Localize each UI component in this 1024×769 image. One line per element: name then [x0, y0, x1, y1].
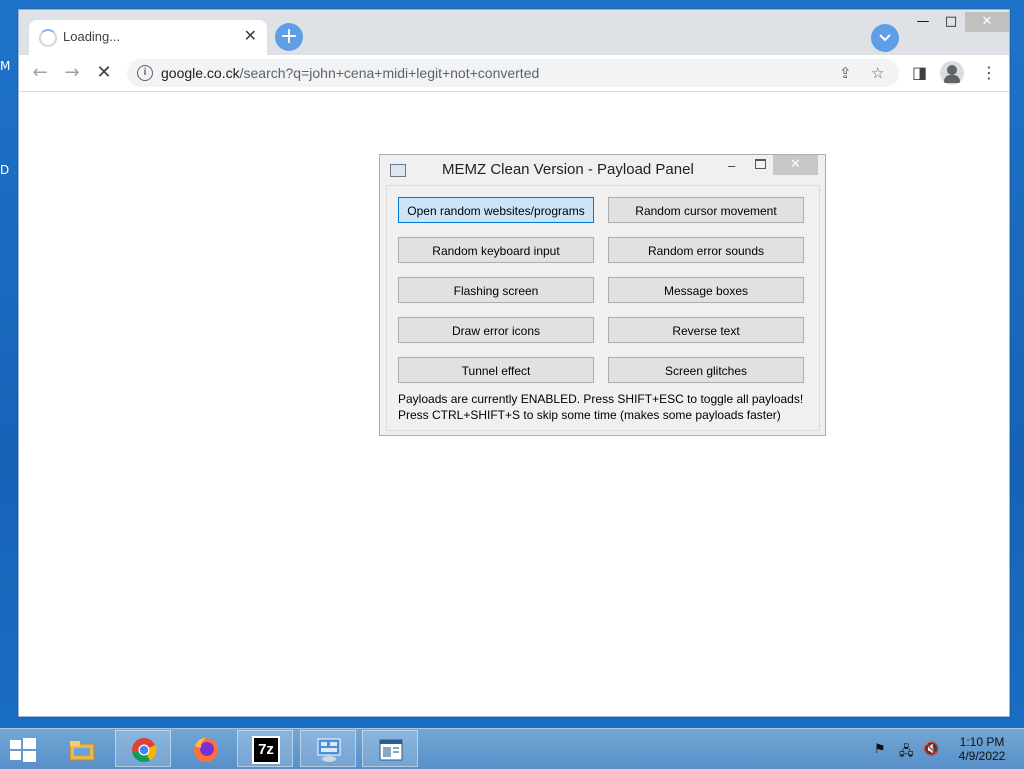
dialog-maximize-button[interactable] — [755, 159, 766, 169]
window-close-button[interactable]: ✕ — [965, 12, 1009, 32]
payload-cursor-movement-button[interactable]: Random cursor movement — [608, 197, 804, 223]
chevron-down-icon — [879, 34, 891, 42]
share-icon[interactable]: ⇪ — [839, 64, 852, 82]
status-text: Payloads are currently ENABLED. Press SH… — [398, 392, 804, 406]
payload-screen-glitches-button[interactable]: Screen glitches — [608, 357, 804, 383]
desktop-icon-label: M — [0, 59, 11, 73]
desktop-icon-label: D — [0, 163, 10, 177]
forward-button[interactable]: → — [60, 61, 84, 85]
dialog-minimize-button[interactable]: – — [728, 158, 735, 173]
system-clock[interactable]: 1:10 PM 4/9/2022 — [952, 735, 1012, 763]
url-path: /search?q=john+cena+midi+legit+not+conve… — [239, 65, 540, 81]
bookmark-star-icon[interactable]: ☆ — [871, 64, 884, 82]
network-app-icon — [317, 738, 341, 762]
profile-avatar[interactable] — [940, 61, 964, 85]
payload-error-sounds-button[interactable]: Random error sounds — [608, 237, 804, 263]
app-window-icon — [390, 164, 406, 177]
payload-error-icons-button[interactable]: Draw error icons — [398, 317, 594, 343]
tab-search-button[interactable] — [871, 24, 899, 52]
taskbar: 7z ⚑ 🖧 🔇 1:10 PM 4/9/2022 — [0, 728, 1024, 769]
url-host: google.co.ck — [161, 65, 240, 81]
payload-reverse-text-button[interactable]: Reverse text — [608, 317, 804, 343]
browser-tab[interactable]: Loading... ✕ — [29, 20, 267, 55]
folder-icon — [69, 741, 95, 761]
stop-loading-button[interactable]: ✕ — [92, 61, 116, 85]
side-panel-icon[interactable]: ◨ — [912, 63, 927, 82]
new-tab-button[interactable]: + — [275, 23, 303, 51]
url-text: google.co.ck/search?q=john+cena+midi+leg… — [161, 65, 539, 81]
windows-logo-icon — [10, 738, 36, 762]
clock-date: 4/9/2022 — [958, 749, 1006, 763]
window-minimize-button[interactable]: — — [909, 12, 937, 32]
action-center-flag-icon[interactable]: ⚑ — [874, 742, 886, 757]
dialog-close-button[interactable]: ✕ — [773, 155, 818, 175]
window-app-icon — [379, 739, 403, 761]
taskbar-file-explorer[interactable] — [53, 730, 109, 767]
menu-kebab-icon[interactable]: ⋮ — [981, 63, 997, 82]
start-button[interactable] — [8, 737, 38, 763]
site-info-icon[interactable]: i — [137, 65, 153, 81]
tab-close-icon[interactable]: ✕ — [244, 26, 257, 46]
7zip-icon: 7z — [252, 736, 280, 764]
window-maximize-button[interactable]: □ — [937, 12, 965, 32]
volume-muted-icon[interactable]: 🔇 — [923, 742, 939, 757]
taskbar-chrome[interactable] — [115, 730, 171, 767]
taskbar-firefox[interactable] — [177, 730, 233, 767]
taskbar-window-app[interactable] — [362, 730, 418, 767]
taskbar-7zip[interactable]: 7z — [237, 730, 293, 767]
payload-open-websites-button[interactable]: Open random websites/programs — [398, 197, 594, 223]
hint-text: Press CTRL+SHIFT+S to skip some time (ma… — [398, 408, 781, 422]
payload-flashing-screen-button[interactable]: Flashing screen — [398, 277, 594, 303]
taskbar-network-app[interactable] — [300, 730, 356, 767]
payload-keyboard-input-button[interactable]: Random keyboard input — [398, 237, 594, 263]
dialog-body: Open random websites/programs Random cur… — [386, 185, 820, 431]
browser-toolbar: ← → ✕ i google.co.ck/search?q=john+cena+… — [19, 55, 1009, 92]
payload-tunnel-effect-button[interactable]: Tunnel effect — [398, 357, 594, 383]
firefox-icon — [194, 738, 218, 762]
payload-message-boxes-button[interactable]: Message boxes — [608, 277, 804, 303]
tab-title: Loading... — [63, 29, 121, 44]
clock-time: 1:10 PM — [959, 735, 1005, 749]
chrome-icon — [132, 738, 157, 763]
address-bar[interactable]: i google.co.ck/search?q=john+cena+midi+l… — [127, 59, 899, 87]
network-tray-icon[interactable]: 🖧 — [899, 742, 914, 764]
back-button[interactable]: ← — [28, 61, 52, 85]
dialog-title: MEMZ Clean Version - Payload Panel — [442, 161, 694, 178]
tab-strip: Loading... ✕ + — □ ✕ — [19, 10, 1009, 55]
loading-spinner-icon — [39, 29, 57, 47]
memz-payload-panel: MEMZ Clean Version - Payload Panel – ✕ O… — [379, 154, 826, 436]
